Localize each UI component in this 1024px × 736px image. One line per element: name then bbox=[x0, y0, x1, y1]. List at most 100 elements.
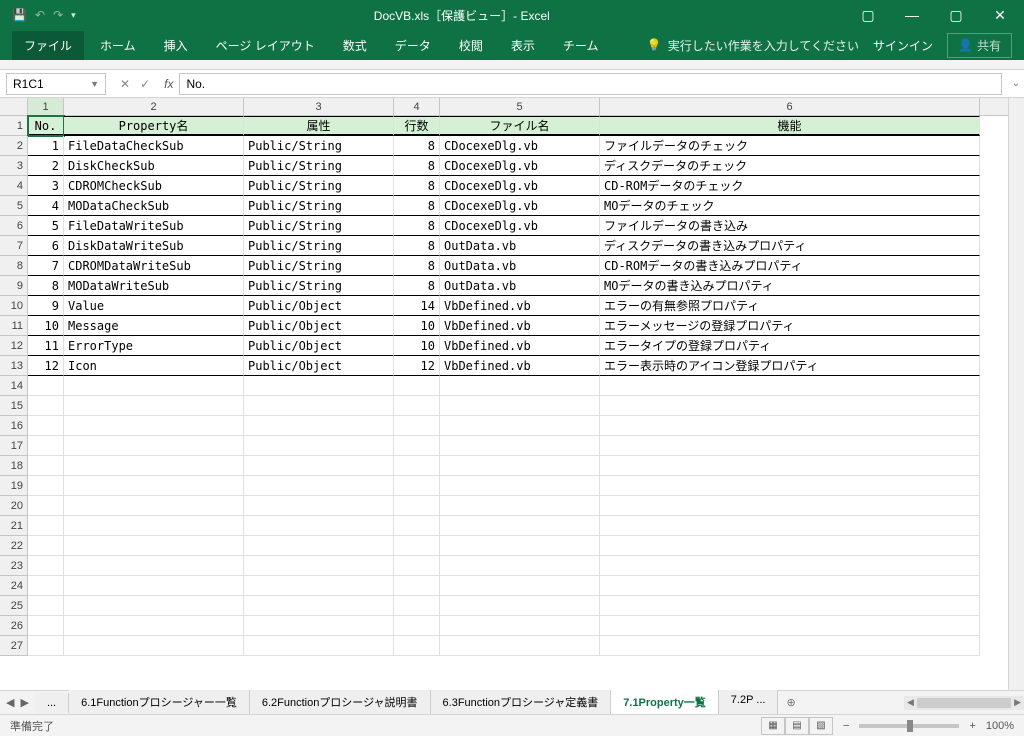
header-cell[interactable]: 属性 bbox=[244, 116, 394, 136]
empty-cell[interactable] bbox=[244, 516, 394, 536]
data-cell[interactable]: 4 bbox=[28, 196, 64, 216]
row-header[interactable]: 25 bbox=[0, 596, 28, 616]
data-cell[interactable]: エラータイプの登録プロパティ bbox=[600, 336, 980, 356]
page-layout-view-button[interactable]: ▤ bbox=[785, 717, 809, 735]
qat-customize-icon[interactable]: ▾ bbox=[71, 10, 76, 21]
column-header[interactable]: 3 bbox=[244, 98, 394, 115]
empty-cell[interactable] bbox=[394, 376, 440, 396]
empty-cell[interactable] bbox=[394, 576, 440, 596]
empty-cell[interactable] bbox=[440, 516, 600, 536]
data-cell[interactable]: VbDefined.vb bbox=[440, 316, 600, 336]
empty-cell[interactable] bbox=[600, 416, 980, 436]
row-header[interactable]: 7 bbox=[0, 236, 28, 256]
empty-cell[interactable] bbox=[28, 576, 64, 596]
column-header[interactable]: 4 bbox=[394, 98, 440, 115]
row-header[interactable]: 6 bbox=[0, 216, 28, 236]
empty-cell[interactable] bbox=[28, 616, 64, 636]
data-cell[interactable]: 3 bbox=[28, 176, 64, 196]
data-cell[interactable]: DiskDataWriteSub bbox=[64, 236, 244, 256]
data-cell[interactable]: CDocexeDlg.vb bbox=[440, 136, 600, 156]
data-cell[interactable]: ErrorType bbox=[64, 336, 244, 356]
data-cell[interactable]: CDocexeDlg.vb bbox=[440, 196, 600, 216]
data-cell[interactable]: 8 bbox=[394, 256, 440, 276]
formula-input[interactable]: No. bbox=[179, 73, 1002, 95]
empty-cell[interactable] bbox=[64, 636, 244, 656]
select-all-corner[interactable] bbox=[0, 98, 28, 116]
empty-cell[interactable] bbox=[244, 416, 394, 436]
empty-cell[interactable] bbox=[394, 536, 440, 556]
data-cell[interactable]: Public/String bbox=[244, 236, 394, 256]
empty-cell[interactable] bbox=[244, 576, 394, 596]
row-header[interactable]: 13 bbox=[0, 356, 28, 376]
data-cell[interactable]: CDocexeDlg.vb bbox=[440, 216, 600, 236]
empty-cell[interactable] bbox=[440, 556, 600, 576]
empty-cell[interactable] bbox=[394, 496, 440, 516]
empty-cell[interactable] bbox=[600, 616, 980, 636]
data-cell[interactable]: 2 bbox=[28, 156, 64, 176]
empty-cell[interactable] bbox=[28, 596, 64, 616]
row-header[interactable]: 1 bbox=[0, 116, 28, 136]
column-header[interactable]: 6 bbox=[600, 98, 980, 115]
row-header[interactable]: 5 bbox=[0, 196, 28, 216]
empty-cell[interactable] bbox=[244, 596, 394, 616]
empty-cell[interactable] bbox=[28, 476, 64, 496]
empty-cell[interactable] bbox=[440, 536, 600, 556]
formula-expand-icon[interactable]: ⌄ bbox=[1008, 78, 1024, 89]
row-header[interactable]: 14 bbox=[0, 376, 28, 396]
data-cell[interactable]: Message bbox=[64, 316, 244, 336]
row-header[interactable]: 17 bbox=[0, 436, 28, 456]
empty-cell[interactable] bbox=[440, 636, 600, 656]
tab-team[interactable]: チーム bbox=[551, 31, 611, 60]
empty-cell[interactable] bbox=[394, 636, 440, 656]
empty-cell[interactable] bbox=[244, 536, 394, 556]
cancel-icon[interactable]: ✕ bbox=[120, 77, 130, 91]
data-cell[interactable]: OutData.vb bbox=[440, 236, 600, 256]
row-header[interactable]: 4 bbox=[0, 176, 28, 196]
zoom-slider[interactable] bbox=[859, 724, 959, 728]
data-cell[interactable]: 12 bbox=[28, 356, 64, 376]
data-cell[interactable]: Public/String bbox=[244, 256, 394, 276]
sheet-tab[interactable]: 6.3Functionプロシージャ定義書 bbox=[431, 690, 612, 716]
empty-cell[interactable] bbox=[244, 396, 394, 416]
data-cell[interactable]: 10 bbox=[394, 316, 440, 336]
data-cell[interactable]: 12 bbox=[394, 356, 440, 376]
empty-cell[interactable] bbox=[64, 396, 244, 416]
enter-icon[interactable]: ✓ bbox=[140, 77, 150, 91]
row-header[interactable]: 12 bbox=[0, 336, 28, 356]
empty-cell[interactable] bbox=[440, 396, 600, 416]
data-cell[interactable]: エラーメッセージの登録プロパティ bbox=[600, 316, 980, 336]
empty-cell[interactable] bbox=[64, 456, 244, 476]
data-cell[interactable]: Public/String bbox=[244, 276, 394, 296]
empty-cell[interactable] bbox=[440, 576, 600, 596]
empty-cell[interactable] bbox=[600, 476, 980, 496]
data-cell[interactable]: 14 bbox=[394, 296, 440, 316]
empty-cell[interactable] bbox=[394, 456, 440, 476]
empty-cell[interactable] bbox=[440, 416, 600, 436]
ribbon-display-icon[interactable]: ▢ bbox=[848, 1, 888, 29]
name-box[interactable]: R1C1 ▼ bbox=[6, 73, 106, 95]
empty-cell[interactable] bbox=[64, 596, 244, 616]
tab-nav-next-icon[interactable]: ▶ bbox=[20, 696, 28, 709]
column-header[interactable]: 1 bbox=[28, 98, 64, 115]
close-button[interactable]: ✕ bbox=[980, 1, 1020, 29]
header-cell[interactable]: 機能 bbox=[600, 116, 980, 136]
empty-cell[interactable] bbox=[600, 636, 980, 656]
sheet-tab[interactable]: 7.1Property一覧 bbox=[611, 690, 719, 716]
data-cell[interactable]: VbDefined.vb bbox=[440, 296, 600, 316]
empty-cell[interactable] bbox=[394, 476, 440, 496]
data-cell[interactable]: ファイルデータのチェック bbox=[600, 136, 980, 156]
tell-me-search[interactable]: 💡 実行したい作業を入力してください bbox=[647, 37, 859, 54]
empty-cell[interactable] bbox=[64, 376, 244, 396]
vertical-scrollbar[interactable] bbox=[1008, 98, 1024, 690]
row-header[interactable]: 18 bbox=[0, 456, 28, 476]
empty-cell[interactable] bbox=[244, 436, 394, 456]
horizontal-scrollbar[interactable]: ◀ ▶ bbox=[904, 696, 1024, 710]
empty-cell[interactable] bbox=[440, 496, 600, 516]
empty-cell[interactable] bbox=[600, 536, 980, 556]
empty-cell[interactable] bbox=[28, 436, 64, 456]
empty-cell[interactable] bbox=[28, 396, 64, 416]
tab-nav-prev-icon[interactable]: ◀ bbox=[6, 696, 14, 709]
empty-cell[interactable] bbox=[600, 596, 980, 616]
data-cell[interactable]: ファイルデータの書き込み bbox=[600, 216, 980, 236]
empty-cell[interactable] bbox=[440, 476, 600, 496]
